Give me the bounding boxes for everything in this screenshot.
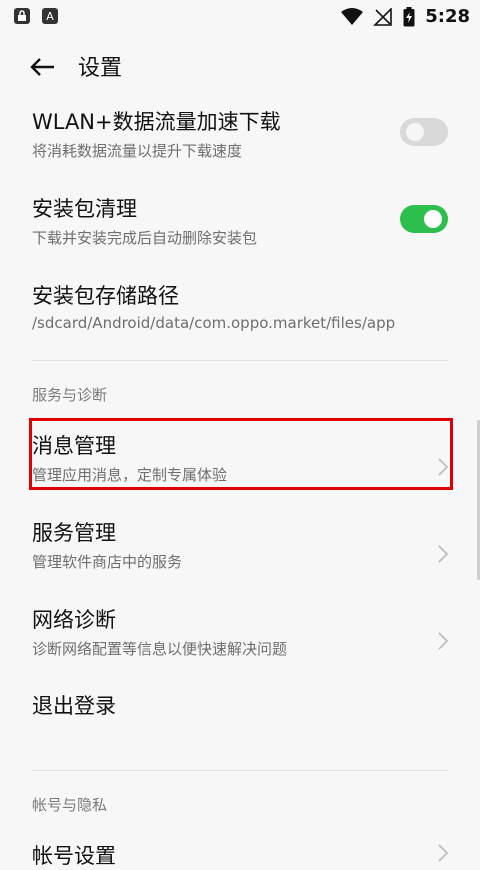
divider [32,770,448,771]
wlan-accelerate-toggle[interactable] [400,118,448,146]
section-header-account: 帐号与隐私 [32,796,108,814]
page-title: 设置 [78,56,123,81]
chevron-right-icon [438,458,449,476]
message-management-row[interactable]: 消息管理 管理应用消息，定制专属体验 [0,430,480,510]
battery-charging-icon [403,6,415,26]
header: 设置 [0,44,480,88]
account-settings-row[interactable]: 帐号设置 [0,840,480,868]
divider [32,360,448,361]
row-title: 安装包存储路径 [32,284,179,308]
status-time: 5:28 [425,6,470,27]
logout-row[interactable]: 退出登录 [0,690,480,730]
row-title: 消息管理 [32,434,116,458]
chevron-right-icon [438,844,449,862]
row-title: 安装包清理 [32,197,137,221]
row-subtitle: 将消耗数据流量以提升下载速度 [32,142,243,160]
network-diagnosis-row[interactable]: 网络诊断 诊断网络配置等信息以便快速解决问题 [0,604,480,684]
no-signal-icon [373,7,393,26]
service-management-row[interactable]: 服务管理 管理软件商店中的服务 [0,517,480,597]
row-title: 帐号设置 [32,844,116,868]
toggle-knob [406,123,424,141]
row-subtitle: 管理软件商店中的服务 [32,553,183,571]
back-arrow-icon[interactable] [26,50,60,84]
package-cleanup-toggle[interactable] [400,205,448,233]
toggle-knob [424,210,442,228]
row-subtitle: 下载并安装完成后自动删除安装包 [32,229,258,247]
section-header-service: 服务与诊断 [32,386,108,404]
package-cleanup-row[interactable]: 安装包清理 下载并安装完成后自动删除安装包 [0,193,480,273]
wlan-accelerate-row[interactable]: WLAN+数据流量加速下载 将消耗数据流量以提升下载速度 [0,106,480,186]
row-title: WLAN+数据流量加速下载 [32,110,281,134]
row-title: 网络诊断 [32,608,116,632]
chevron-right-icon [438,545,449,563]
status-bar: A 5:28 [0,0,480,34]
row-title: 服务管理 [32,521,116,545]
row-subtitle: /sdcard/Android/data/com.oppo.market/fil… [32,314,396,332]
chevron-right-icon [438,632,449,650]
row-subtitle: 诊断网络配置等信息以便快速解决问题 [32,640,288,658]
lock-icon [14,8,30,24]
wifi-icon [341,7,364,25]
a-icon: A [42,8,58,24]
storage-path-row[interactable]: 安装包存储路径 /sdcard/Android/data/com.oppo.ma… [0,280,480,360]
row-title: 退出登录 [32,694,116,718]
row-subtitle: 管理应用消息，定制专属体验 [32,466,228,484]
